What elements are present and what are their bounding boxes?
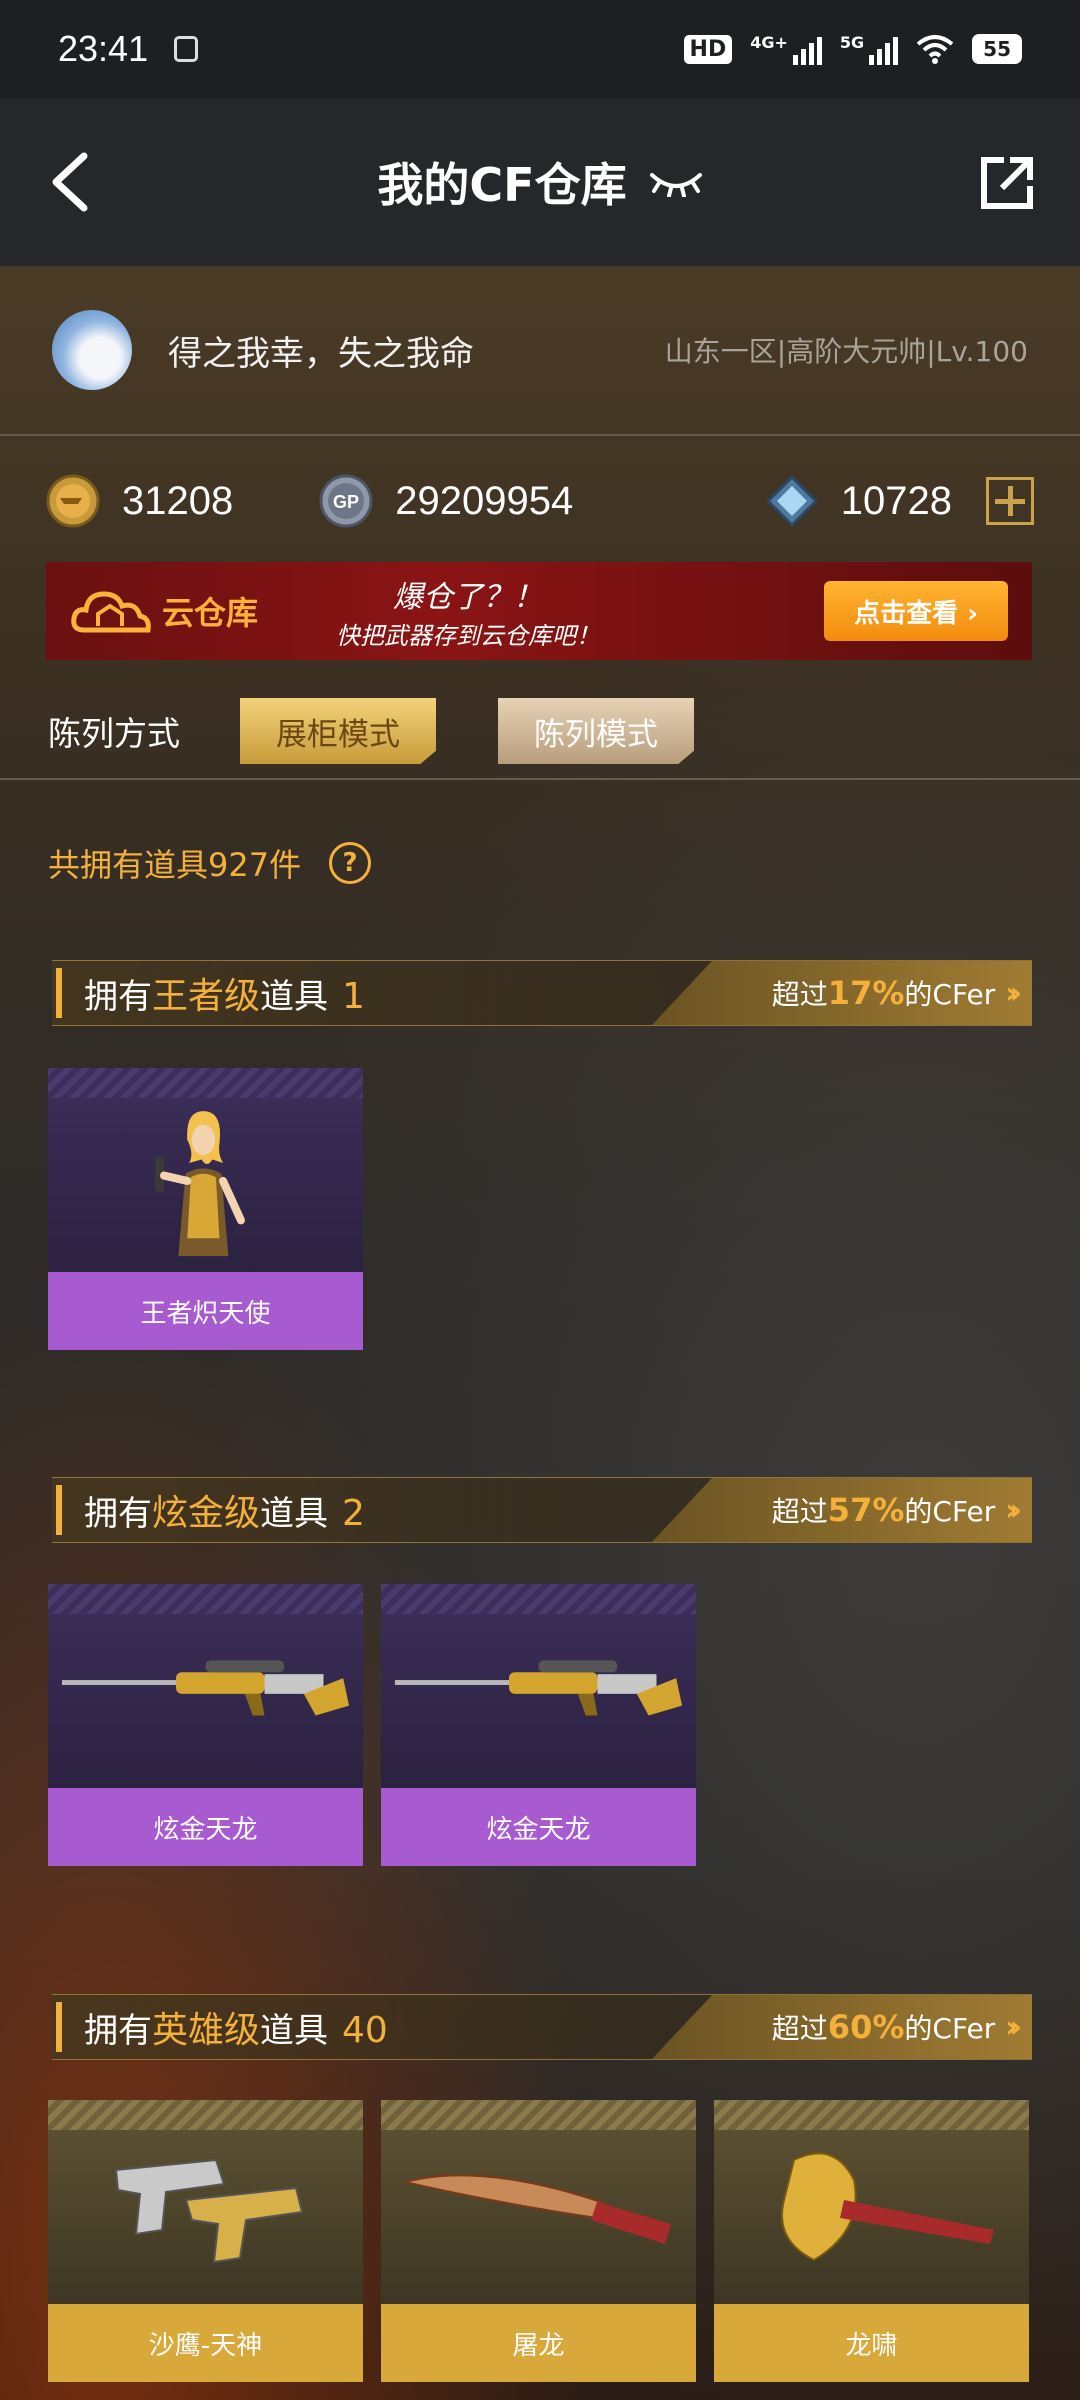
cf-coin-icon — [46, 474, 100, 528]
list-mode-button[interactable]: 陈列模式 — [498, 698, 694, 764]
chevron-right-icon: ›› — [1005, 975, 1021, 1011]
gp-points: GP 29209954 — [319, 474, 573, 528]
page-title: 我的CF仓库 — [377, 158, 627, 212]
item-card[interactable]: 炫金天龙 — [48, 1584, 363, 1866]
banner-slogan: 爆仓了？！ 快把武器存到云仓库吧！ — [336, 572, 600, 651]
tier-title: 拥有 王者级 道具 1 — [84, 976, 365, 1017]
item-name: 炫金天龙 — [48, 1788, 363, 1866]
warehouse-content: 得之我幸，失之我命 山东一区|高阶大元帅|Lv.100 31208 GP 292… — [0, 266, 1080, 2400]
diamond-value: 10728 — [840, 478, 952, 523]
dual-pistol-icon — [114, 2158, 304, 2264]
item-card[interactable]: 龙啸 — [714, 2100, 1029, 2382]
status-bar: 23:41 HD 4G+ 5G 55 — [0, 0, 1080, 98]
help-icon[interactable]: ? — [329, 842, 372, 884]
item-image — [48, 2100, 363, 2304]
gp-value: 29209954 — [395, 478, 574, 523]
diamonds: 10728 — [765, 474, 1034, 528]
display-mode-label: 陈列方式 — [48, 714, 180, 753]
banner-logo-text: 云仓库 — [162, 594, 259, 632]
tier-header-king[interactable]: 拥有 王者级 道具 1 超过 17% 的CFer ›› — [52, 960, 1032, 1026]
battery-icon: 55 — [972, 34, 1022, 64]
tier-title: 拥有 英雄级 道具 40 — [84, 2010, 388, 2051]
chevron-right-icon: ›› — [1005, 2009, 1021, 2045]
item-image — [381, 2100, 696, 2304]
profile-row[interactable]: 得之我幸，失之我命 山东一区|高阶大元帅|Lv.100 — [0, 266, 1080, 436]
tier-rank-link[interactable]: 超过 17% 的CFer ›› — [652, 961, 1032, 1025]
view-cloud-button[interactable]: 点击查看 › — [824, 581, 1008, 641]
notification-app-icon — [174, 36, 199, 62]
item-image — [714, 2100, 1029, 2304]
item-image — [48, 1068, 363, 1272]
chevron-right-icon: ›› — [1005, 1492, 1021, 1528]
total-items-text: 共拥有道具927件 — [48, 846, 302, 884]
cloud-house-icon — [71, 591, 151, 633]
hide-eye-icon[interactable] — [649, 167, 703, 197]
tier-header-hero[interactable]: 拥有 英雄级 道具 40 超过 60% 的CFer ›› — [52, 1994, 1032, 2060]
banner-slogan-line2: 快把武器存到云仓库吧！ — [336, 621, 601, 650]
dragon-axe-icon — [781, 2152, 994, 2262]
item-card[interactable]: 沙鹰-天神 — [48, 2100, 363, 2382]
item-card[interactable]: 王者炽天使 — [48, 1068, 363, 1350]
title-group: 我的CF仓库 — [377, 149, 702, 215]
nickname: 得之我幸，失之我命 — [168, 333, 474, 374]
svg-text:GP: GP — [333, 492, 359, 512]
tier-items-king: 王者炽天使 — [48, 1068, 363, 1350]
item-name: 沙鹰-天神 — [48, 2304, 363, 2382]
status-time: 23:41 — [58, 28, 149, 69]
server-info: 山东一区|高阶大元帅|Lv.100 — [664, 335, 1028, 368]
tier-marker — [56, 2002, 62, 2052]
tier-title: 拥有 炫金级 道具 2 — [84, 1493, 365, 1534]
cloud-warehouse-banner[interactable]: 云仓库 爆仓了？！ 快把武器存到云仓库吧！ 点击查看 › — [46, 562, 1032, 660]
tier-marker — [56, 1485, 62, 1535]
tier-items-hero: 沙鹰-天神 屠龙 龙啸 — [48, 2100, 1029, 2382]
hd-icon: HD — [683, 34, 733, 64]
tier-items-gold: 炫金天龙 炫金天龙 — [48, 1584, 696, 1866]
tier-rank-link[interactable]: 超过 60% 的CFer ›› — [652, 1995, 1032, 2059]
display-mode-row: 陈列方式 展柜模式 陈列模式 — [0, 684, 1080, 780]
wifi-icon — [916, 35, 954, 64]
character-figure-icon — [155, 1111, 245, 1257]
add-currency-button[interactable] — [986, 477, 1034, 525]
signal-5g-icon: 5G — [840, 33, 899, 65]
item-name: 王者炽天使 — [48, 1272, 363, 1350]
total-items: 共拥有道具927件 ? — [48, 840, 372, 886]
item-card[interactable]: 屠龙 — [381, 2100, 696, 2382]
back-icon[interactable] — [44, 150, 100, 214]
item-image — [48, 1584, 363, 1788]
avatar[interactable] — [52, 310, 132, 390]
item-card[interactable]: 炫金天龙 — [381, 1584, 696, 1866]
banner-slogan-line1: 爆仓了？！ — [393, 579, 544, 615]
item-image — [381, 1584, 696, 1788]
dragon-knife-icon — [404, 2174, 671, 2244]
item-name: 炫金天龙 — [381, 1788, 696, 1866]
diamond-icon — [765, 474, 818, 528]
cf-points: 31208 — [46, 474, 233, 528]
cf-points-value: 31208 — [122, 478, 234, 523]
gp-coin-icon: GP — [319, 474, 373, 528]
tier-rank-link[interactable]: 超过 57% 的CFer ›› — [652, 1478, 1032, 1542]
share-icon[interactable] — [978, 154, 1036, 212]
sniper-rifle-icon — [394, 1660, 683, 1716]
currency-row: 31208 GP 29209954 10728 — [0, 436, 1080, 566]
tier-marker — [56, 968, 62, 1018]
sniper-rifle-icon — [61, 1660, 350, 1716]
status-icons: HD 4G+ 5G 55 — [683, 33, 1022, 65]
item-name: 龙啸 — [714, 2304, 1029, 2382]
tier-header-gold[interactable]: 拥有 炫金级 道具 2 超过 57% 的CFer ›› — [52, 1477, 1032, 1543]
item-name: 屠龙 — [381, 2304, 696, 2382]
nav-bar: 我的CF仓库 — [0, 98, 1080, 266]
signal-4g-icon: 4G+ — [750, 33, 822, 65]
cabinet-mode-button[interactable]: 展柜模式 — [240, 698, 436, 764]
